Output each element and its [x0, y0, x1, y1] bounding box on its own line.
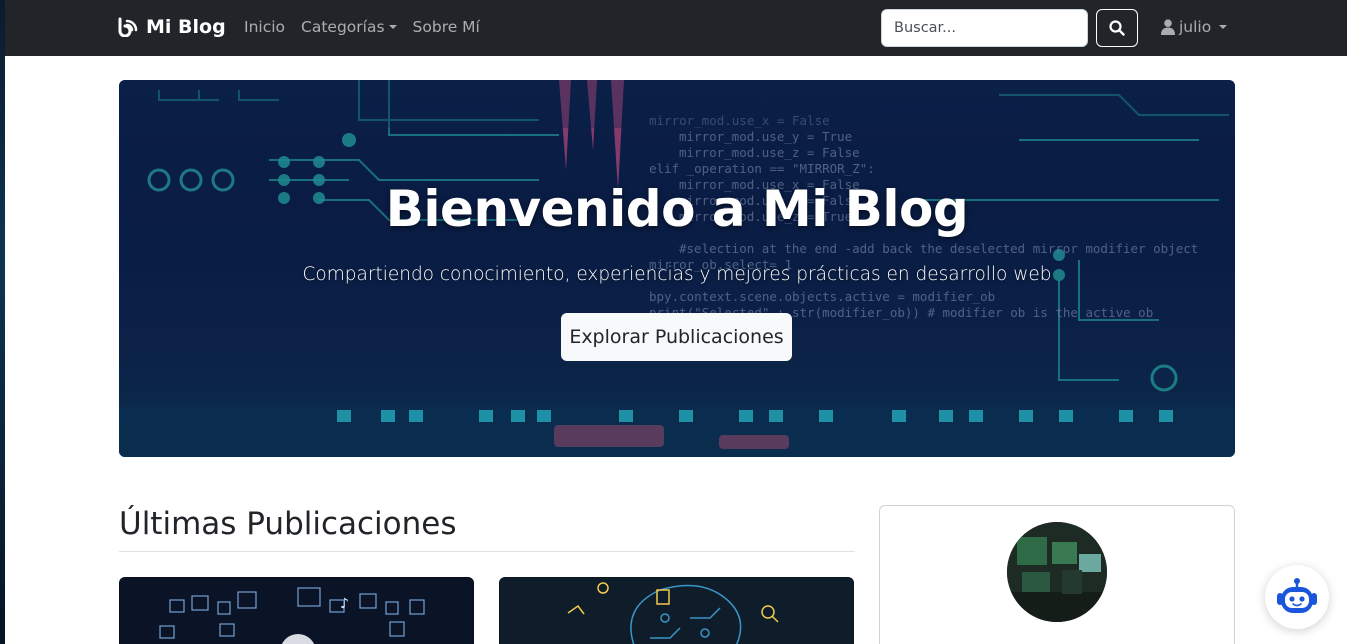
- chevron-down-icon: [1219, 25, 1228, 29]
- nav-links: Inicio Categorías Sobre Mí: [244, 18, 480, 36]
- brand-name: Mi Blog: [146, 16, 226, 38]
- post-thumbnail: ♪: [120, 578, 473, 644]
- section-title: Últimas Publicaciones: [119, 506, 457, 542]
- search-icon: [1109, 20, 1125, 36]
- chevron-down-icon: [388, 25, 397, 29]
- hero-title: Bienvenido a Mi Blog: [385, 180, 969, 238]
- window-edge: [0, 0, 5, 644]
- explore-posts-button[interactable]: Explorar Publicaciones: [561, 313, 792, 361]
- hero-subtitle: Compartiendo conocimiento, experiencias …: [302, 264, 1052, 285]
- brand-link[interactable]: Mi Blog: [117, 16, 226, 38]
- search-input[interactable]: [881, 9, 1088, 47]
- nav-link-categorias[interactable]: Categorías: [301, 18, 397, 36]
- svg-text:♪: ♪: [340, 596, 349, 612]
- blog-logo-icon: [118, 17, 138, 37]
- avatar-image: [1007, 522, 1107, 622]
- post-thumbnail: [500, 578, 853, 644]
- nav-link-sobre-mi[interactable]: Sobre Mí: [413, 18, 480, 36]
- top-navbar: Mi Blog Inicio Categorías Sobre Mí julio: [5, 0, 1347, 56]
- user-icon: [1161, 19, 1175, 35]
- user-name: julio: [1179, 18, 1212, 36]
- section-divider: [119, 551, 855, 552]
- search-button[interactable]: [1096, 9, 1138, 47]
- post-card[interactable]: [499, 577, 854, 644]
- user-menu[interactable]: julio: [1161, 18, 1228, 36]
- robot-icon: [1277, 578, 1317, 613]
- author-card: [879, 505, 1235, 644]
- author-avatar: [1007, 522, 1107, 622]
- post-card[interactable]: ♪: [119, 577, 474, 644]
- hero-banner: mirror_mod.use_x = False mirror_mod.use_…: [119, 80, 1235, 457]
- chatbot-button[interactable]: [1265, 565, 1329, 629]
- nav-link-label: Categorías: [301, 18, 385, 36]
- nav-link-label: Sobre Mí: [412, 18, 480, 36]
- nav-link-inicio[interactable]: Inicio: [244, 18, 285, 36]
- nav-link-label: Inicio: [244, 18, 286, 36]
